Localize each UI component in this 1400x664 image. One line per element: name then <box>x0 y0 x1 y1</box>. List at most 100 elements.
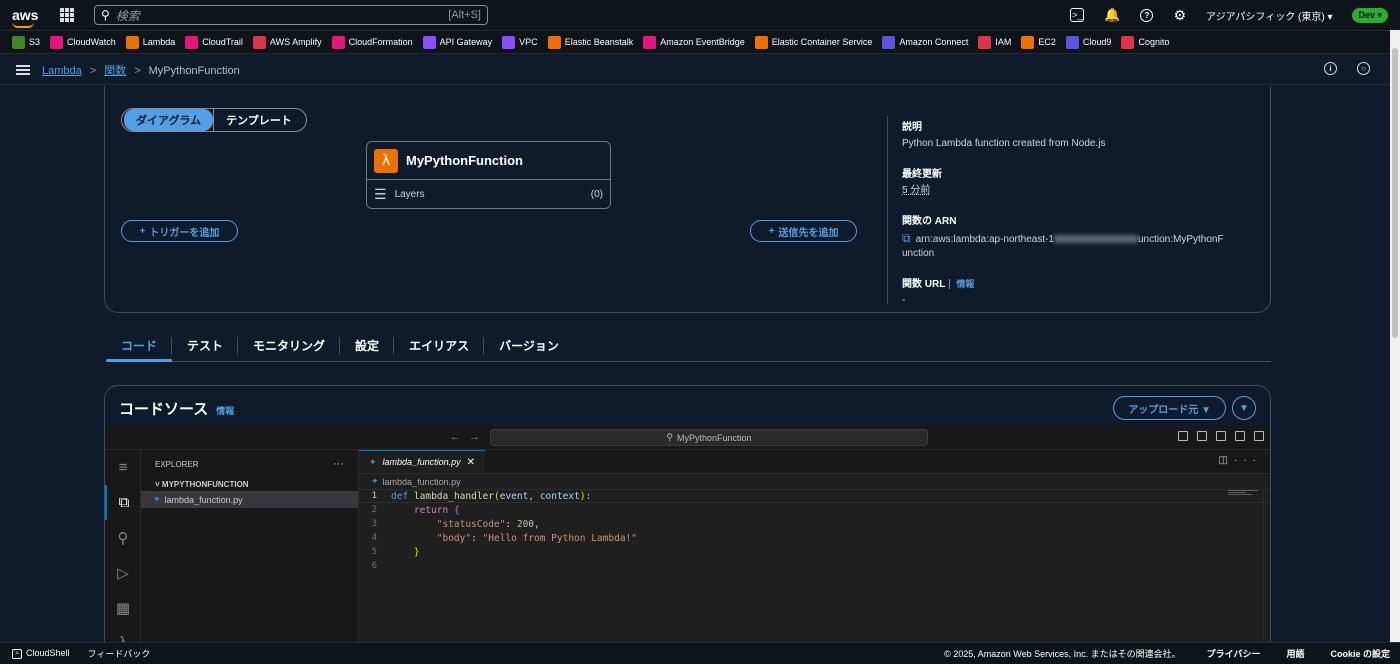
favorite-iam[interactable]: IAM <box>978 35 1012 49</box>
folder-name: MYPYTHONFUNCTION <box>161 480 249 489</box>
terms-link[interactable]: 用語 <box>1286 647 1304 660</box>
favorite-label: IAM <box>995 37 1012 47</box>
favorite-cloudformation[interactable]: CloudFormation <box>331 35 413 49</box>
top-navigation: aws ⚲ 検索 [Alt+S] >_ 🔔 ? ⚙ アジアパシフィック (東京)… <box>0 0 1400 30</box>
cookie-settings-link[interactable]: Cookie の設定 <box>1330 647 1390 660</box>
favorite-cloudwatch[interactable]: CloudWatch <box>50 35 116 49</box>
favorite-amazon-eventbridge[interactable]: Amazon EventBridge <box>643 35 745 49</box>
explorer-icon[interactable]: ⧉ <box>105 485 141 520</box>
function-name: MyPythonFunction <box>406 153 523 168</box>
tab-0[interactable]: コード <box>106 330 173 362</box>
info-icon[interactable]: i <box>1324 62 1337 75</box>
template-toggle[interactable]: テンプレート <box>213 109 304 131</box>
favorite-lambda[interactable]: Lambda <box>125 35 175 49</box>
favorite-amazon-connect[interactable]: Amazon Connect <box>882 35 969 49</box>
favorite-s3[interactable]: S3 <box>12 35 40 49</box>
favorite-elastic-beanstalk[interactable]: Elastic Beanstalk <box>547 35 633 49</box>
tab-4[interactable]: エイリアス <box>394 330 485 361</box>
editor-area[interactable]: ✦ lambda_function.py ✕ ◫··· ✦ lambda_functi… <box>359 450 1270 644</box>
extensions-icon[interactable]: ▦ <box>105 590 141 625</box>
minimap[interactable] <box>1228 490 1258 496</box>
service-icon <box>185 35 199 49</box>
tab-2[interactable]: モニタリング <box>238 330 341 361</box>
upload-from-button[interactable]: アップロード元 ▼ <box>1113 396 1226 420</box>
editor-tab[interactable]: ✦ lambda_function.py ✕ <box>359 450 485 473</box>
page-scrollbar[interactable] <box>1390 30 1400 642</box>
favorite-label: AWS Amplify <box>269 37 322 47</box>
last-modified-value: 5 分前 <box>902 185 931 196</box>
help-icon[interactable]: ? <box>1140 8 1154 22</box>
diagram-toggle[interactable]: ダイアグラム <box>124 109 214 131</box>
favorite-api-gateway[interactable]: API Gateway <box>422 35 492 49</box>
run-debug-icon[interactable]: ▷ <box>105 555 141 590</box>
feedback-link[interactable]: フィードバック <box>88 647 151 660</box>
plus-icon: + <box>139 225 146 237</box>
favorite-ec2[interactable]: EC2 <box>1021 35 1056 49</box>
function-url-info-link[interactable]: 情報 <box>949 279 975 289</box>
favorite-label: Amazon Connect <box>899 37 969 47</box>
arn-suffix: unction:MyPythonF <box>1138 234 1224 245</box>
add-destination-button[interactable]: + 送信先を追加 <box>750 220 857 242</box>
search-icon[interactable]: ⚲ <box>105 520 141 555</box>
function-card: λ MyPythonFunction ☰ Layers (0) <box>366 141 611 209</box>
favorite-cognito[interactable]: Cognito <box>1121 35 1169 49</box>
favorites-bar: S3 CloudWatch Lambda CloudTrail AWS Amplify C… <box>0 30 1390 54</box>
layers-row[interactable]: ☰ Layers (0) <box>367 180 610 208</box>
tab-3[interactable]: 設定 <box>340 330 395 361</box>
favorite-cloud9[interactable]: Cloud9 <box>1065 35 1111 49</box>
cloudshell-icon[interactable]: >_ <box>1070 8 1085 22</box>
toggle-secondary-icon[interactable] <box>1216 431 1226 441</box>
breadcrumb-bar: Lambda > 関数 > MyPythonFunction i ○ <box>0 55 1390 85</box>
add-trigger-button[interactable]: + トリガーを追加 <box>121 220 238 242</box>
copy-icon[interactable]: ⧉ <box>902 231 911 245</box>
service-icon <box>422 35 436 49</box>
region-selector[interactable]: アジアパシフィック (東京) ▾ <box>1206 8 1332 23</box>
tab-1[interactable]: テスト <box>172 330 239 361</box>
favorite-elastic-container-service[interactable]: Elastic Container Service <box>754 35 872 49</box>
service-icon <box>978 35 992 49</box>
menu-icon[interactable] <box>16 63 30 77</box>
maximize-icon[interactable] <box>1254 431 1264 441</box>
split-editor-icon[interactable]: ◫··· <box>1219 455 1262 466</box>
command-center-label: MyPythonFunction <box>677 432 752 443</box>
breadcrumb-lambda[interactable]: Lambda <box>42 65 82 77</box>
code-source-title: コードソース 情報 <box>119 398 234 419</box>
service-icon <box>643 35 657 49</box>
settings-circle-icon[interactable]: ○ <box>1357 62 1370 75</box>
breadcrumb-functions[interactable]: 関数 <box>104 65 126 77</box>
code-content[interactable]: 1 def lambda_handler(event, context): 2 r… <box>359 489 1270 573</box>
service-icon <box>1021 35 1035 49</box>
menu-icon[interactable]: ≡ <box>105 450 141 485</box>
service-icon <box>331 35 345 49</box>
tab-5[interactable]: バージョン <box>484 330 574 361</box>
customize-layout-icon[interactable] <box>1235 431 1245 441</box>
service-icon <box>125 35 139 49</box>
code-actions-dropdown[interactable]: ▼ <box>1232 396 1256 420</box>
toggle-sidebar-icon[interactable] <box>1178 431 1188 441</box>
search-placeholder: 検索 <box>115 8 140 23</box>
search-input[interactable]: ⚲ 検索 [Alt+S] <box>94 5 488 25</box>
more-icon[interactable]: ··· <box>333 458 344 470</box>
code-line: 3 "statusCode": 200, <box>371 518 540 530</box>
cloudshell-link[interactable]: > CloudShell <box>12 648 70 659</box>
privacy-link[interactable]: プライバシー <box>1207 647 1261 660</box>
aws-logo[interactable]: aws <box>12 8 38 28</box>
account-menu[interactable]: Dev ▾ <box>1352 7 1388 23</box>
folder-node[interactable]: ˅ MYPYTHONFUNCTION <box>141 478 358 491</box>
command-center[interactable]: ⚲ MyPythonFunction <box>490 429 928 446</box>
close-icon[interactable]: ✕ <box>467 457 475 468</box>
services-menu-icon[interactable] <box>60 8 74 22</box>
function-url-value: - <box>902 295 906 306</box>
favorite-cloudtrail[interactable]: CloudTrail <box>185 35 243 49</box>
favorite-aws-amplify[interactable]: AWS Amplify <box>252 35 322 49</box>
editor-scrollbar[interactable] <box>1263 490 1270 644</box>
favorite-vpc[interactable]: VPC <box>502 35 538 49</box>
code-source-info-link[interactable]: 情報 <box>216 406 234 416</box>
bell-icon[interactable]: 🔔 <box>1104 7 1120 23</box>
file-node[interactable]: ✦ lambda_function.py <box>141 491 358 508</box>
arn-label: 関数の ARN <box>902 216 957 227</box>
explorer-panel: EXPLORER ··· ˅ MYPYTHONFUNCTION ✦ lambda_f… <box>141 450 359 644</box>
toggle-panel-icon[interactable] <box>1197 431 1207 441</box>
nav-arrows-icon[interactable]: ←→ <box>450 431 488 443</box>
gear-icon[interactable]: ⚙ <box>1173 7 1186 24</box>
